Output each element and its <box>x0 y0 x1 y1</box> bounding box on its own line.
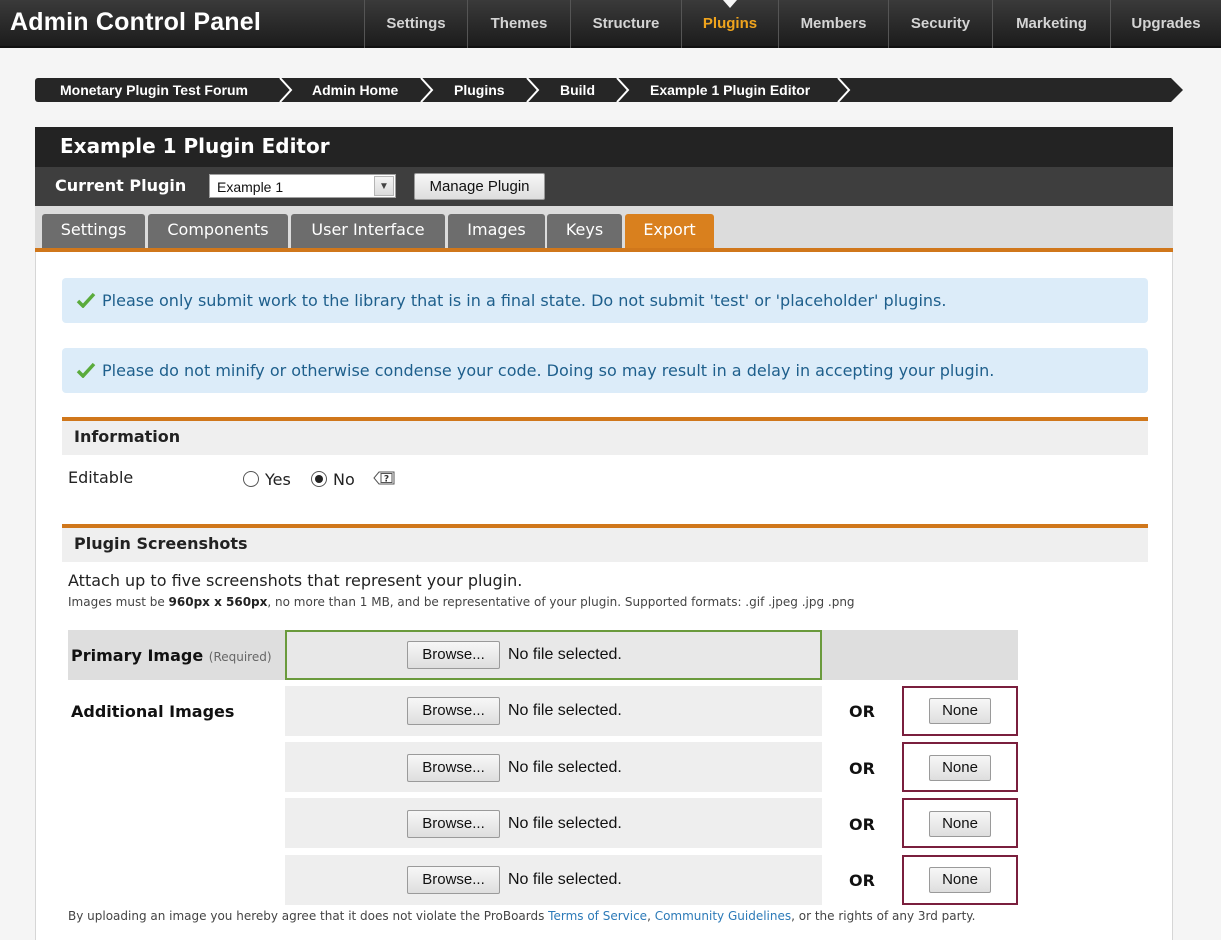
notice-text: Please do not minify or otherwise conden… <box>102 361 995 380</box>
browse-button[interactable]: Browse... <box>407 754 500 782</box>
current-plugin-select[interactable]: Example 1 ▼ <box>209 174 396 198</box>
primary-image-label: Primary Image (Required) <box>71 646 272 665</box>
or-label: OR <box>849 871 875 890</box>
file-status: No file selected. <box>508 702 622 719</box>
tab-user-interface[interactable]: User Interface <box>291 214 445 248</box>
checkmark-icon <box>76 292 96 308</box>
svg-text:?: ? <box>384 475 389 485</box>
current-plugin-bar: Current Plugin Example 1 ▼ Manage Plugin <box>35 167 1173 206</box>
additional-images-label: Additional Images <box>71 702 235 721</box>
chevron-right-icon <box>526 78 540 102</box>
chevron-right-icon <box>420 78 434 102</box>
chevron-right-icon <box>279 78 293 102</box>
tab-images[interactable]: Images <box>448 214 545 248</box>
nav-marketing[interactable]: Marketing <box>992 0 1110 48</box>
file-status: No file selected. <box>508 759 622 776</box>
app-title: Admin Control Panel <box>10 8 262 36</box>
notice-final-state: Please only submit work to the library t… <box>62 278 1148 323</box>
file-status: No file selected. <box>508 871 622 888</box>
breadcrumb-admin-home[interactable]: Admin Home <box>312 78 398 102</box>
top-nav: Settings Themes Structure Plugins Member… <box>364 0 1221 48</box>
tab-export[interactable]: Export <box>625 214 714 248</box>
breadcrumb-current[interactable]: Example 1 Plugin Editor <box>650 78 810 102</box>
chevron-down-icon[interactable]: ▼ <box>374 176 394 196</box>
export-content: Please only submit work to the library t… <box>35 252 1173 940</box>
terms-of-service-link[interactable]: Terms of Service <box>548 909 647 923</box>
editable-no-radio[interactable] <box>311 471 327 487</box>
screenshots-requirements: Images must be 960px x 560px, no more th… <box>68 595 855 609</box>
tab-components[interactable]: Components <box>148 214 288 248</box>
breadcrumb-plugins[interactable]: Plugins <box>454 78 505 102</box>
or-label: OR <box>849 702 875 721</box>
information-section: Information <box>62 417 1148 455</box>
manage-plugin-button[interactable]: Manage Plugin <box>414 173 545 200</box>
tab-settings[interactable]: Settings <box>42 214 145 248</box>
browse-button[interactable]: Browse... <box>407 641 500 669</box>
checkmark-icon <box>76 362 96 378</box>
screenshots-section: Plugin Screenshots <box>62 524 1148 562</box>
or-label: OR <box>849 815 875 834</box>
screenshots-intro: Attach up to five screenshots that repre… <box>68 571 523 590</box>
nav-themes[interactable]: Themes <box>467 0 570 48</box>
current-plugin-value: Example 1 <box>217 179 284 195</box>
none-button[interactable]: None <box>929 698 991 724</box>
editable-yes-label[interactable]: Yes <box>265 470 291 489</box>
section-title: Plugin Screenshots <box>74 534 248 553</box>
editor-tabs: Settings Components User Interface Image… <box>35 206 1173 252</box>
section-title: Information <box>74 427 181 446</box>
browse-button[interactable]: Browse... <box>407 810 500 838</box>
file-status: No file selected. <box>508 815 622 832</box>
file-status: No file selected. <box>508 646 622 663</box>
nav-upgrades[interactable]: Upgrades <box>1110 0 1221 48</box>
editor-header: Example 1 Plugin Editor <box>35 127 1173 167</box>
notice-no-minify: Please do not minify or otherwise conden… <box>62 348 1148 393</box>
none-button[interactable]: None <box>929 811 991 837</box>
community-guidelines-link[interactable]: Community Guidelines <box>655 909 791 923</box>
nav-settings[interactable]: Settings <box>364 0 467 48</box>
upload-agreement: By uploading an image you hereby agree t… <box>68 909 976 923</box>
none-button[interactable]: None <box>929 755 991 781</box>
editable-label: Editable <box>68 468 134 487</box>
or-label: OR <box>849 759 875 778</box>
browse-button[interactable]: Browse... <box>407 866 500 894</box>
none-button[interactable]: None <box>929 867 991 893</box>
breadcrumb-build[interactable]: Build <box>560 78 595 102</box>
editable-yes-radio[interactable] <box>243 471 259 487</box>
notice-text: Please only submit work to the library t… <box>102 291 947 310</box>
tab-keys[interactable]: Keys <box>547 214 622 248</box>
top-bar: Admin Control Panel Settings Themes Stru… <box>0 0 1221 48</box>
chevron-right-icon <box>616 78 630 102</box>
help-icon[interactable]: ? <box>373 470 395 486</box>
breadcrumb: Monetary Plugin Test Forum Admin Home Pl… <box>35 78 1183 102</box>
chevron-right-icon <box>837 78 851 102</box>
nav-security[interactable]: Security <box>888 0 992 48</box>
browse-button[interactable]: Browse... <box>407 697 500 725</box>
nav-structure[interactable]: Structure <box>570 0 681 48</box>
breadcrumb-forum[interactable]: Monetary Plugin Test Forum <box>60 78 248 102</box>
page-title: Example 1 Plugin Editor <box>60 134 330 158</box>
current-plugin-label: Current Plugin <box>55 176 187 195</box>
nav-plugins[interactable]: Plugins <box>681 0 778 48</box>
nav-members[interactable]: Members <box>778 0 888 48</box>
editable-no-label[interactable]: No <box>333 470 355 489</box>
